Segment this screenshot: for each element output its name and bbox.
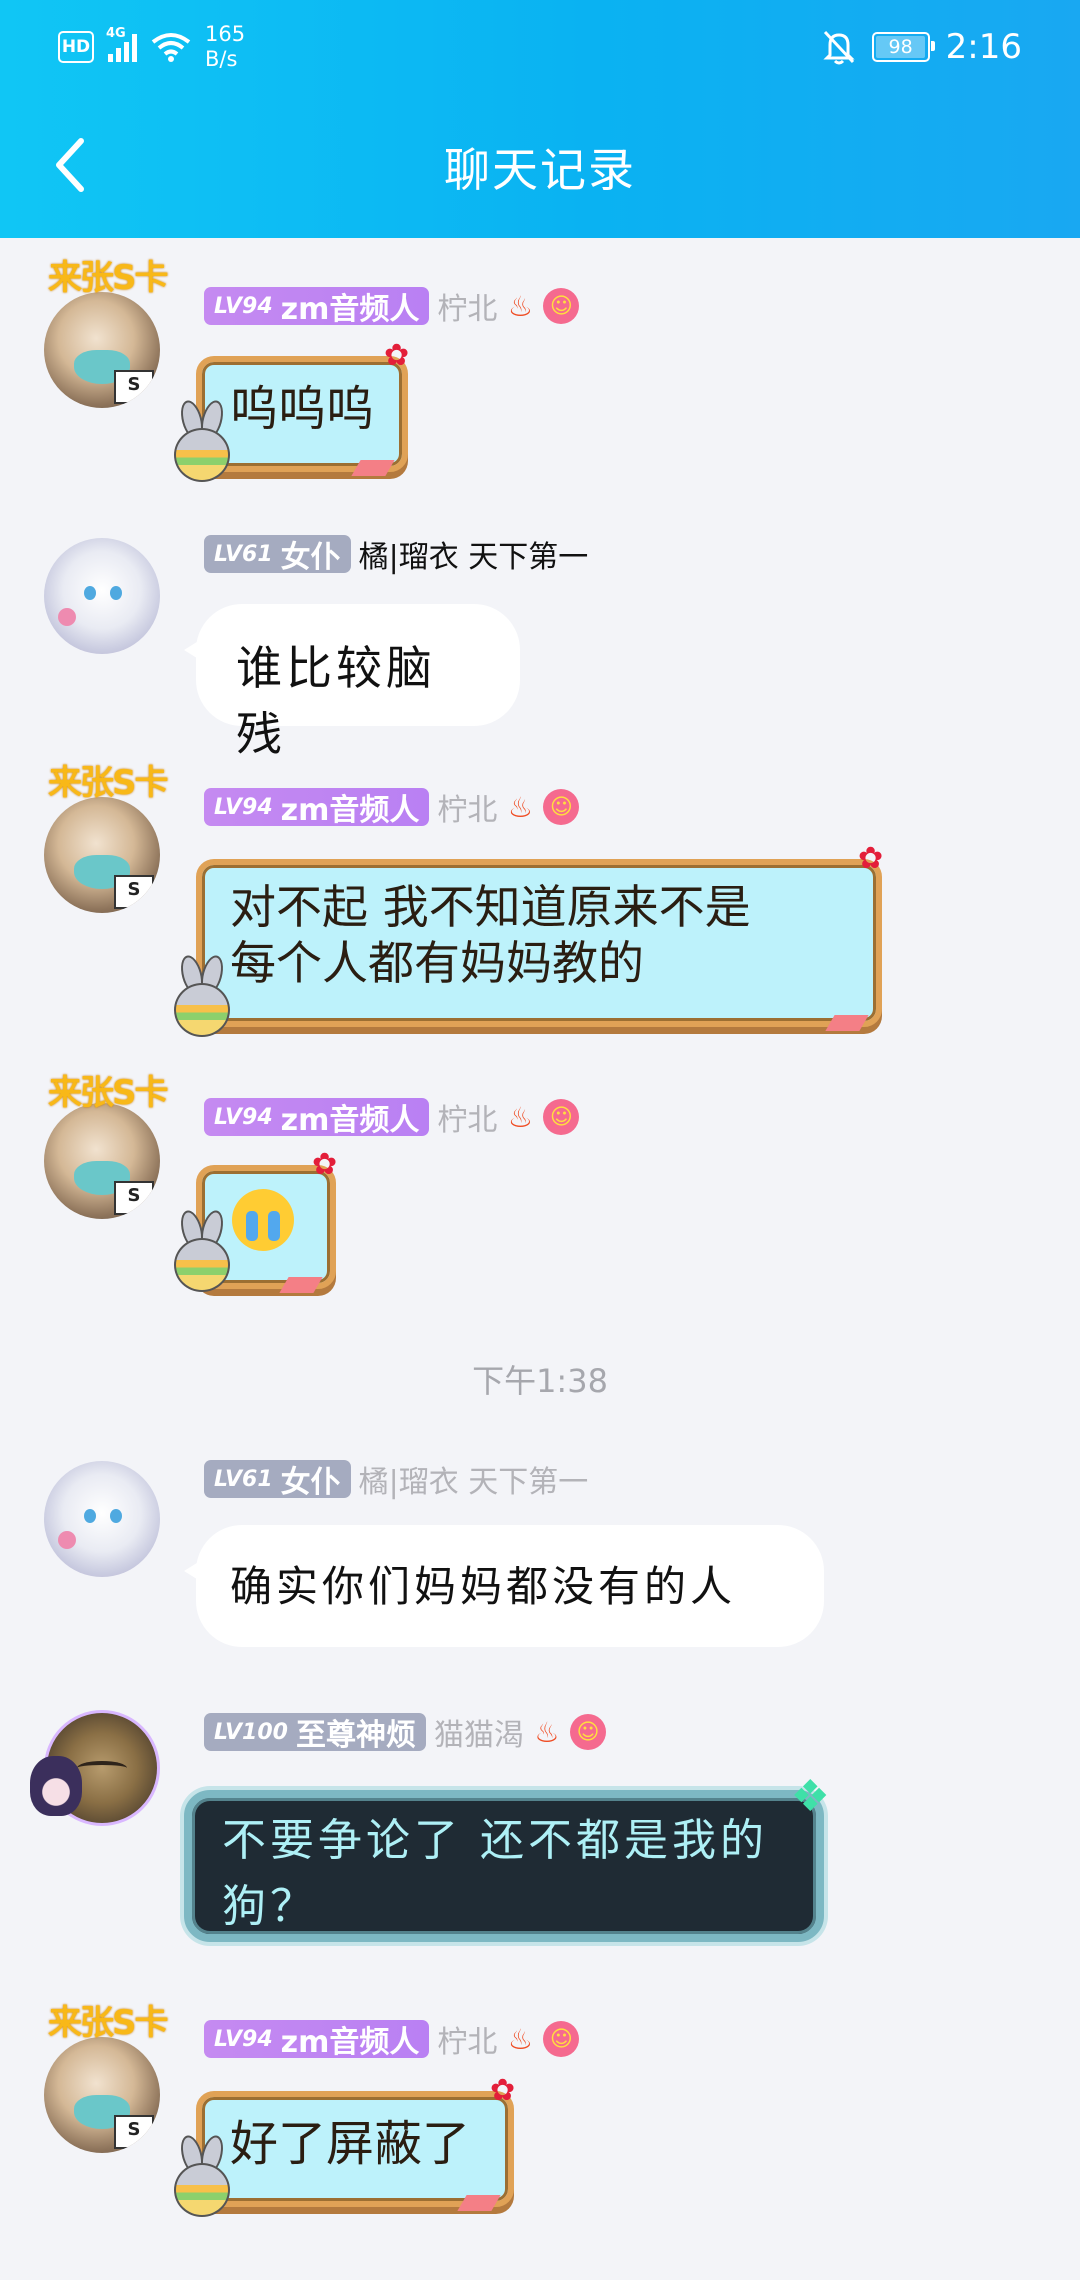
- title-text: 至尊神烦: [295, 1718, 416, 1753]
- message-text-line: 不要争论了 还不都是我的: [222, 1815, 768, 1866]
- speed-value: 165: [205, 22, 246, 46]
- sender-info[interactable]: LV61 女仆 橘|瑠衣 天下第一: [204, 534, 589, 575]
- level-text: LV94: [214, 794, 273, 820]
- ribbon-icon: ✿: [384, 338, 410, 373]
- smile-flower-icon: ☺: [569, 1714, 606, 1750]
- level-badge: LV61 女仆: [204, 1460, 351, 1500]
- ribbon-icon: ✿: [312, 1147, 338, 1182]
- status-time: 2:16: [945, 27, 1022, 67]
- bunny-sticker-icon: [168, 398, 234, 482]
- level-text: LV61: [214, 541, 273, 567]
- fire-icon: ♨: [507, 1100, 533, 1134]
- level-badge: LV94 zm音频人: [204, 1098, 430, 1138]
- sender-info[interactable]: LV94 zm音频人 柠北 ♨ ☺: [204, 787, 580, 828]
- smile-flower-icon: ☺: [543, 1099, 580, 1135]
- ribbon-icon: ✿: [858, 841, 884, 876]
- nickname: 柠北: [437, 1103, 498, 1138]
- message-bubble[interactable]: 谁比较脑残: [184, 604, 520, 761]
- message-text-line: 每个人都有妈妈教的: [230, 936, 644, 990]
- nickname: 柠北: [437, 2025, 498, 2060]
- hd-icon: HD: [58, 31, 94, 63]
- smile-flower-icon: ☺: [543, 789, 580, 825]
- level-text: LV94: [214, 1104, 273, 1130]
- battery-icon: 98: [871, 32, 935, 62]
- nickname: 柠北: [437, 793, 498, 828]
- nickname: 橘|瑠衣 天下第一: [358, 1465, 589, 1500]
- level-badge: LV94 zm音频人: [204, 2020, 430, 2060]
- message-text-line: 狗？: [222, 1881, 318, 1932]
- avatar[interactable]: [44, 1461, 160, 1577]
- nickname: 柠北: [437, 292, 498, 327]
- title-text: 女仆: [280, 540, 341, 575]
- sender-info[interactable]: LV94 zm音频人 柠北 ♨ ☺: [204, 286, 580, 327]
- level-text: LV61: [214, 1466, 273, 1492]
- smile-flower-icon: ☺: [543, 288, 580, 324]
- level-badge: LV94 zm音频人: [204, 788, 430, 828]
- title-text: zm音频人: [280, 793, 420, 828]
- avatar-decoration: [30, 1756, 82, 1816]
- speed-unit: B/s: [205, 47, 238, 71]
- page-title: 聊天记录: [444, 143, 636, 197]
- sender-info[interactable]: LV94 zm音频人 柠北 ♨ ☺: [204, 2019, 580, 2060]
- avatar-frame-label: 来张S卡: [48, 258, 168, 298]
- sender-info[interactable]: LV100 至尊神烦 猫猫渴 ♨ ☺: [204, 1712, 606, 1753]
- message-text: 呜呜呜: [230, 381, 375, 437]
- level-badge: LV100 至尊神烦: [204, 1713, 426, 1753]
- avatar[interactable]: S: [44, 2037, 160, 2153]
- signal-icon: 4G: [106, 26, 137, 62]
- sender-info[interactable]: LV94 zm音频人 柠北 ♨ ☺: [204, 1097, 580, 1138]
- avatar[interactable]: S: [44, 1103, 160, 1219]
- sender-info[interactable]: LV61 女仆 橘|瑠衣 天下第一: [204, 1459, 589, 1500]
- message-text: 谁比较脑残: [236, 641, 436, 761]
- avatar[interactable]: S: [44, 797, 160, 913]
- avatar[interactable]: [44, 538, 160, 654]
- bunny-sticker-icon: [168, 953, 234, 1037]
- fire-icon: ♨: [507, 289, 533, 323]
- network-type: 4G: [106, 26, 126, 41]
- avatar-frame-label: 来张S卡: [48, 2003, 168, 2043]
- avatar-frame-label: 来张S卡: [48, 1073, 168, 1113]
- ribbon-icon: ✿: [490, 2073, 516, 2108]
- message-bubble[interactable]: 确实你们妈妈都没有的人: [184, 1525, 824, 1647]
- avatar[interactable]: S: [44, 292, 160, 408]
- status-bar-left: HD 4G 165 B/s: [58, 22, 245, 72]
- time-divider: 下午1:38: [472, 1362, 608, 1400]
- message-bubble[interactable]: 不要争论了 还不都是我的 狗？ ❖: [184, 1771, 830, 1942]
- title-text: 女仆: [280, 1465, 341, 1500]
- message-text: 好了屏蔽了: [230, 2116, 471, 2172]
- smile-flower-icon: ☺: [543, 2021, 580, 2057]
- crying-face-icon: [232, 1189, 294, 1251]
- level-text: LV94: [214, 293, 273, 319]
- title-text: zm音频人: [280, 1103, 420, 1138]
- message-text: 确实你们妈妈都没有的人: [230, 1562, 737, 1611]
- title-text: zm音频人: [280, 2025, 420, 2060]
- crystal-icon: ❖: [790, 1771, 834, 1822]
- mute-bell-icon: [823, 30, 855, 65]
- bunny-sticker-icon: [168, 2133, 234, 2217]
- bunny-sticker-icon: [168, 1208, 234, 1292]
- avatar-frame-label: 来张S卡: [48, 763, 168, 803]
- nickname: 橘|瑠衣 天下第一: [358, 540, 589, 575]
- level-text: LV94: [214, 2026, 273, 2052]
- battery-level: 98: [888, 36, 913, 58]
- top-bar: HD 4G 165 B/s 98 2:16 聊天记录: [0, 0, 1080, 238]
- fire-icon: ♨: [507, 790, 533, 824]
- nickname: 猫猫渴: [433, 1718, 524, 1753]
- status-bar-right: 98 2:16: [822, 22, 1022, 72]
- network-speed: 165 B/s: [205, 22, 245, 72]
- title-text: zm音频人: [280, 292, 420, 327]
- message-bubble[interactable]: 对不起 我不知道原来不是 每个人都有妈妈教的 ✿: [196, 844, 883, 1031]
- level-badge: LV94 zm音频人: [204, 287, 430, 327]
- wifi-icon: [151, 33, 191, 62]
- level-badge: LV61 女仆: [204, 535, 351, 575]
- level-text: LV100: [214, 1719, 288, 1745]
- fire-icon: ♨: [534, 1715, 560, 1749]
- message-text-line: 对不起 我不知道原来不是: [230, 880, 751, 934]
- fire-icon: ♨: [507, 2022, 533, 2056]
- message-bubble[interactable]: 好了屏蔽了 ✿: [196, 2076, 515, 2211]
